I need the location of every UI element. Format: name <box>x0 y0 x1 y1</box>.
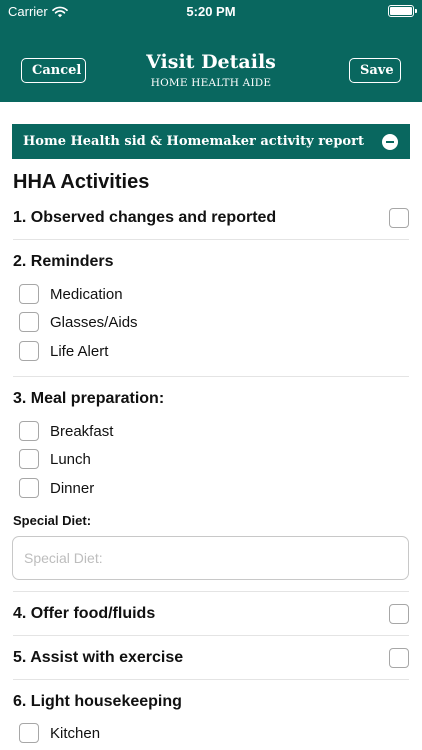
checkbox-observed-changes[interactable] <box>389 208 409 228</box>
divider <box>13 239 409 240</box>
form-content: Home Health sid & Homemaker activity rep… <box>0 102 422 750</box>
checkbox-assist-exercise[interactable] <box>389 648 409 668</box>
special-diet-input[interactable] <box>12 536 409 580</box>
divider <box>13 591 409 592</box>
option-label: Dinner <box>50 479 95 497</box>
checkbox-dinner[interactable] <box>19 478 39 498</box>
clock: 5:20 PM <box>186 4 236 19</box>
option-life-alert[interactable]: Life Alert <box>19 341 108 361</box>
section-title: Home Health sid & Homemaker activity rep… <box>23 134 364 149</box>
divider <box>13 635 409 636</box>
option-label: Medication <box>50 285 123 303</box>
question-offer-food-fluids: 4. Offer food/fluids <box>13 605 156 622</box>
divider <box>13 376 409 377</box>
minus-circle-icon[interactable] <box>382 134 398 150</box>
save-button[interactable]: Save <box>349 58 401 83</box>
question-reminders: 2. Reminders <box>13 253 114 270</box>
checkbox-glasses-aids[interactable] <box>19 312 39 332</box>
divider <box>13 679 409 680</box>
question-meal-preparation: 3. Meal preparation: <box>13 390 165 407</box>
option-lunch[interactable]: Lunch <box>19 449 91 469</box>
option-label: Kitchen <box>50 724 101 742</box>
option-breakfast[interactable]: Breakfast <box>19 421 113 441</box>
option-label: Life Alert <box>50 342 109 360</box>
question-light-housekeeping: 6. Light housekeeping <box>13 693 182 710</box>
question-observed-changes: 1. Observed changes and reported <box>13 209 277 226</box>
checkbox-lunch[interactable] <box>19 449 39 469</box>
option-dinner[interactable]: Dinner <box>19 478 94 498</box>
checkbox-offer-food-fluids[interactable] <box>389 604 409 624</box>
option-kitchen[interactable]: Kitchen <box>19 723 100 743</box>
status-bar: Carrier 5:20 PM <box>0 0 422 24</box>
nav-header: Carrier 5:20 PM Cancel Visit Details HOM… <box>0 0 422 102</box>
option-label: Breakfast <box>50 422 114 440</box>
activities-heading: HHA Activities <box>13 171 150 193</box>
checkbox-medication[interactable] <box>19 284 39 304</box>
option-glasses-aids[interactable]: Glasses/Aids <box>19 312 138 332</box>
option-label: Glasses/Aids <box>50 313 138 331</box>
checkbox-breakfast[interactable] <box>19 421 39 441</box>
checkbox-kitchen[interactable] <box>19 723 39 743</box>
option-label: Lunch <box>50 450 91 468</box>
option-medication[interactable]: Medication <box>19 284 123 304</box>
section-header[interactable]: Home Health sid & Homemaker activity rep… <box>12 124 410 159</box>
battery-icon <box>388 5 417 17</box>
checkbox-life-alert[interactable] <box>19 341 39 361</box>
question-assist-exercise: 5. Assist with exercise <box>13 649 184 666</box>
special-diet-label: Special Diet: <box>13 513 92 528</box>
